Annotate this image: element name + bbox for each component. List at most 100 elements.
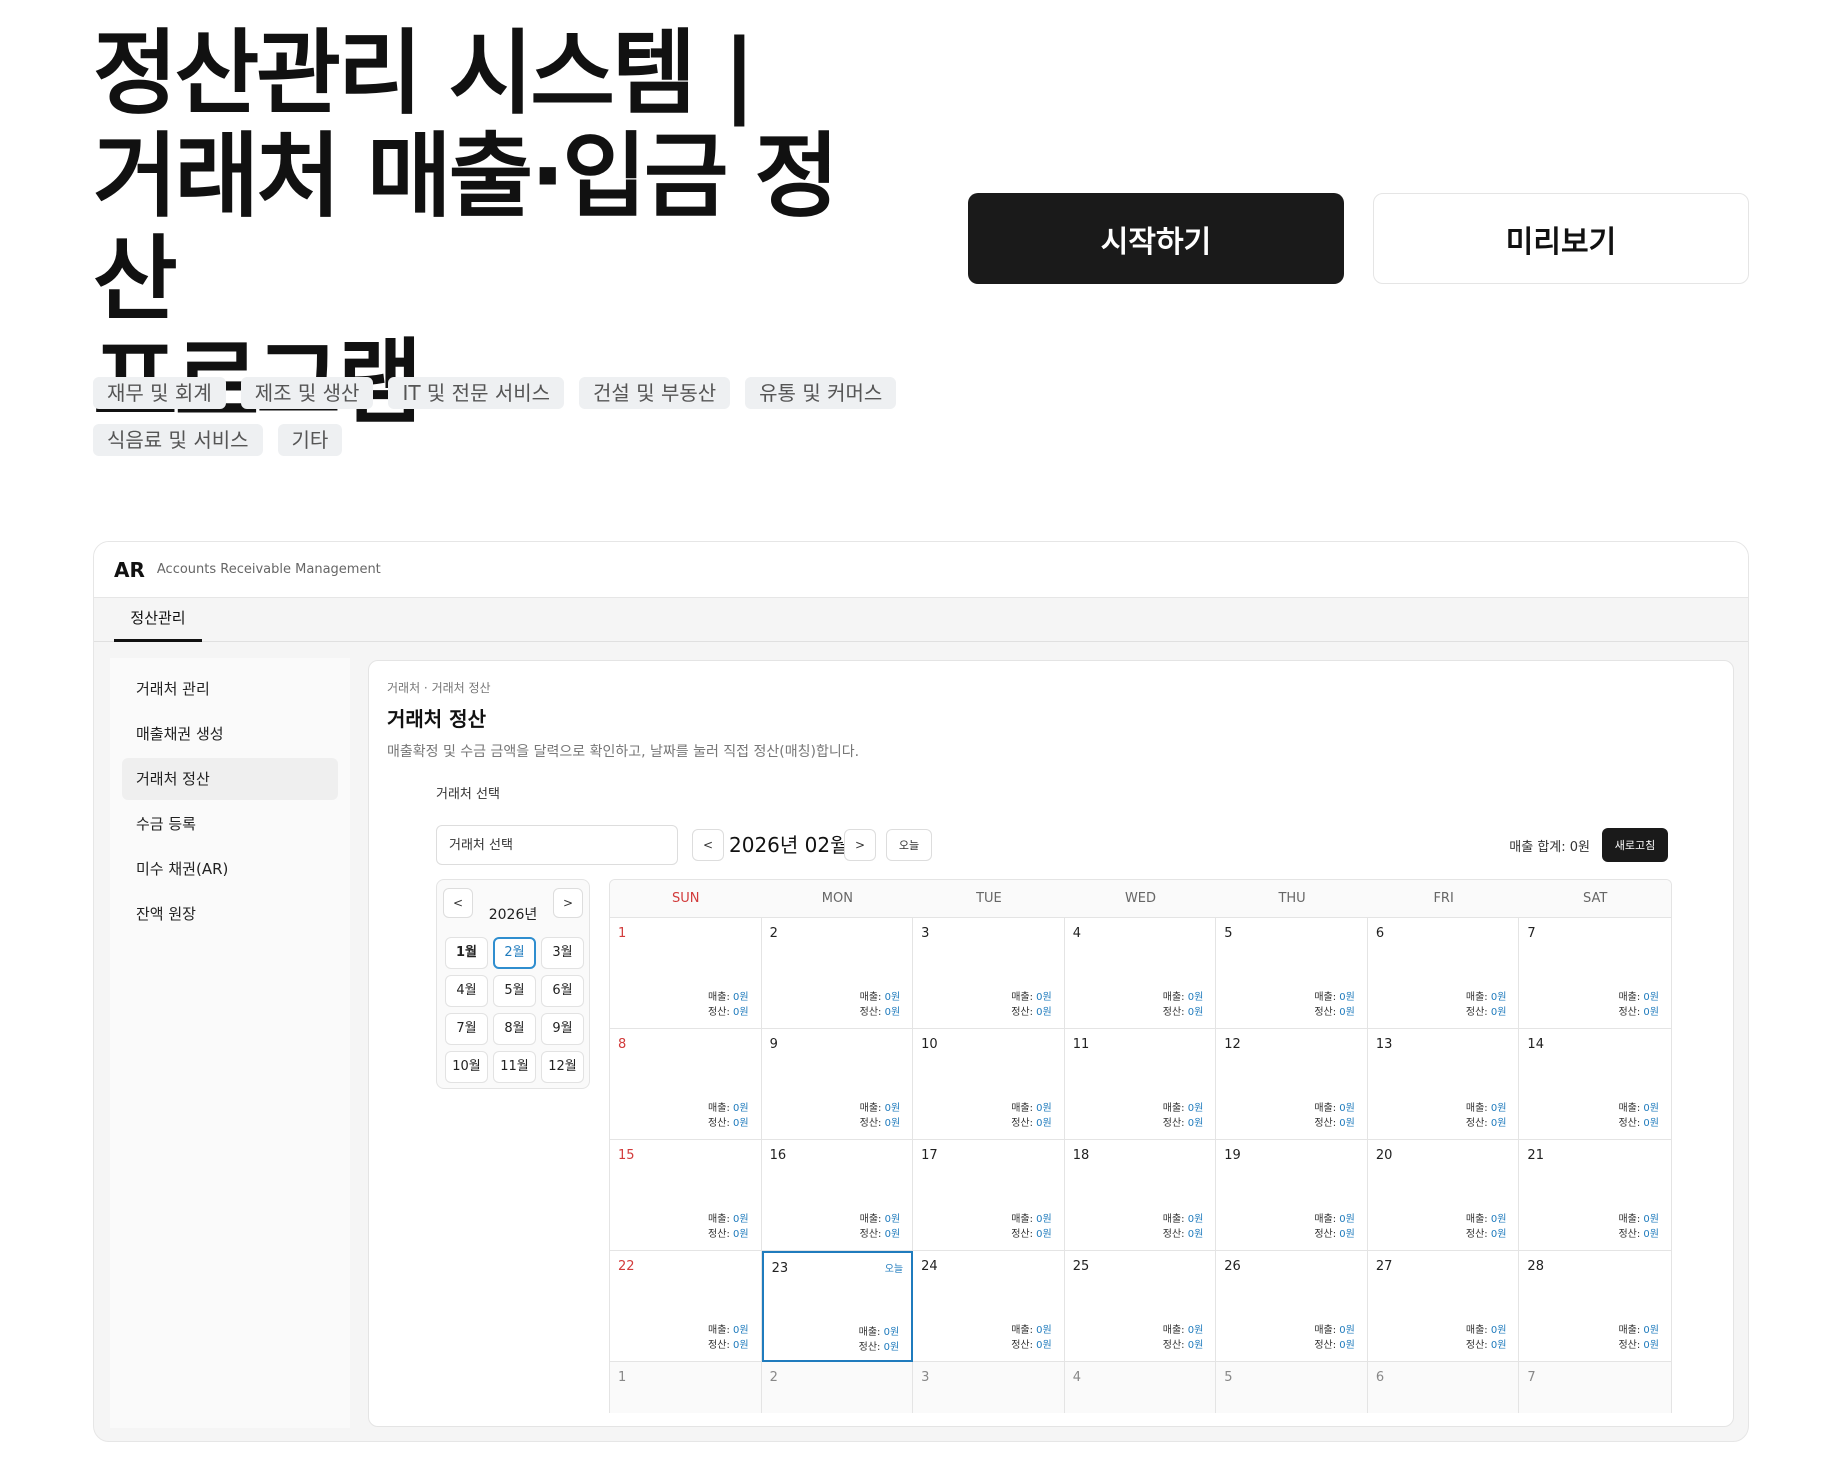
calendar-day[interactable]: 17 매출: 0원 정산: 0원 — [913, 1140, 1065, 1251]
app-preview-frame: AR Accounts Receivable Management 정산관리 거… — [93, 541, 1749, 1442]
calendar-day[interactable]: 9 매출: 0원 정산: 0원 — [761, 1029, 914, 1140]
calendar-day[interactable]: 7 매출: 0원 정산: 0원 — [1519, 918, 1671, 1029]
settlement-amount: 정산: 0원 — [1314, 1003, 1355, 1018]
month-button[interactable]: 12월 — [541, 1051, 584, 1083]
calendar-day-next-month[interactable]: 4 — [1064, 1362, 1217, 1413]
calendar-day-next-month[interactable]: 7 — [1519, 1362, 1671, 1413]
sales-amount-value: 0원 — [1187, 992, 1204, 1003]
month-button[interactable]: 11월 — [493, 1051, 536, 1083]
calendar-day[interactable]: 15 매출: 0원 정산: 0원 — [610, 1140, 762, 1251]
calendar-day[interactable]: 18 매출: 0원 정산: 0원 — [1064, 1140, 1217, 1251]
month-button[interactable]: 8월 — [493, 1013, 536, 1045]
next-month-button[interactable]: > — [844, 829, 876, 861]
calendar-day[interactable]: 11 매출: 0원 정산: 0원 — [1064, 1029, 1217, 1140]
today-button[interactable]: 오늘 — [886, 829, 932, 861]
sales-amount-value: 0원 — [1339, 1325, 1355, 1336]
settlement-amount-label: 정산: — [1162, 1118, 1188, 1129]
calendar-day[interactable]: 26 매출: 0원 정산: 0원 — [1216, 1251, 1368, 1362]
day-number: 26 — [1224, 1259, 1241, 1274]
calendar-day[interactable]: 19 매출: 0원 정산: 0원 — [1216, 1140, 1368, 1251]
month-button[interactable]: 7월 — [445, 1013, 488, 1045]
month-button[interactable]: 10월 — [445, 1051, 488, 1083]
sidebar-item-client-settlement[interactable]: 거래처 정산 — [122, 758, 338, 800]
settlement-amount-label: 정산: — [1011, 1229, 1037, 1240]
calendar-day[interactable]: 3 매출: 0원 정산: 0원 — [913, 918, 1065, 1029]
calendar-day[interactable]: 21 매출: 0원 정산: 0원 — [1519, 1140, 1671, 1251]
calendar-day[interactable]: 28 매출: 0원 정산: 0원 — [1519, 1251, 1671, 1362]
settlement-amount: 정산: 0원 — [1618, 1225, 1659, 1240]
calendar-day[interactable]: 22 매출: 0원 정산: 0원 — [610, 1251, 762, 1362]
day-number: 3 — [921, 926, 930, 941]
calendar-day[interactable]: 13 매출: 0원 정산: 0원 — [1367, 1029, 1520, 1140]
preview-button[interactable]: 미리보기 — [1373, 193, 1749, 284]
month-button[interactable]: 3월 — [541, 937, 584, 969]
day-number: 6 — [1375, 1370, 1385, 1385]
settlement-amount-value: 0원 — [1187, 1229, 1204, 1240]
calendar-day[interactable]: 1 매출: 0원 정산: 0원 — [610, 918, 762, 1029]
client-select-input[interactable] — [436, 825, 678, 865]
day-number: 9 — [769, 1037, 778, 1052]
prev-month-button[interactable]: < — [692, 829, 724, 861]
calendar-day[interactable]: 25 매출: 0원 정산: 0원 — [1064, 1251, 1217, 1362]
start-button[interactable]: 시작하기 — [968, 193, 1344, 284]
sales-amount: 매출: 0원 — [1314, 1321, 1355, 1336]
month-button[interactable]: 4월 — [445, 975, 488, 1007]
client-select-label: 거래처 선택 — [436, 787, 500, 802]
day-number: 5 — [1224, 926, 1233, 941]
calendar-day[interactable]: 2 매출: 0원 정산: 0원 — [761, 918, 914, 1029]
category-tag[interactable]: 유통 및 커머스 — [745, 377, 897, 409]
calendar-day[interactable]: 8 매출: 0원 정산: 0원 — [610, 1029, 762, 1140]
month-button[interactable]: 6월 — [541, 975, 584, 1007]
month-button[interactable]: 2월 — [493, 937, 536, 969]
sidebar-item-receivable-create[interactable]: 매출채권 생성 — [122, 713, 338, 755]
refresh-button[interactable]: 새로고침 — [1602, 828, 1668, 862]
sidebar-item-ar[interactable]: 미수 채권(AR) — [122, 848, 338, 890]
category-tag[interactable]: 제조 및 생산 — [240, 377, 374, 409]
calendar-day-next-month[interactable]: 6 — [1367, 1362, 1520, 1413]
calendar-day[interactable]: 27 매출: 0원 정산: 0원 — [1367, 1251, 1520, 1362]
settlement-amount-value: 0원 — [733, 1118, 749, 1129]
settlement-amount: 정산: 0원 — [1618, 1336, 1659, 1351]
category-tag[interactable]: IT 및 전문 서비스 — [388, 377, 565, 409]
day-number: 23 — [771, 1261, 789, 1276]
settlement-amount-value: 0원 — [1036, 1118, 1052, 1129]
sales-amount: 매출: 0원 — [860, 988, 901, 1003]
calendar-day[interactable]: 4 매출: 0원 정산: 0원 — [1064, 918, 1217, 1029]
calendar-day[interactable]: 14 매출: 0원 정산: 0원 — [1519, 1029, 1671, 1140]
calendar-day[interactable]: 16 매출: 0원 정산: 0원 — [761, 1140, 914, 1251]
calendar-day-next-month[interactable]: 3 — [913, 1362, 1065, 1413]
settlement-amount-label: 정산: — [1465, 1340, 1491, 1351]
sidebar-item-collection[interactable]: 수금 등록 — [122, 803, 338, 845]
calendar-day[interactable]: 10 매출: 0원 정산: 0원 — [913, 1029, 1065, 1140]
settlement-amount-value: 0원 — [884, 1007, 901, 1018]
sales-amount: 매출: 0원 — [1011, 1321, 1052, 1336]
calendar-day-next-month[interactable]: 2 — [761, 1362, 914, 1413]
category-tag[interactable]: 재무 및 회계 — [93, 377, 226, 409]
month-button[interactable]: 1월 — [445, 937, 488, 969]
sales-amount-label: 매출: — [1618, 1103, 1644, 1114]
next-year-button[interactable]: > — [553, 888, 583, 918]
weekday-header: SUN — [672, 891, 700, 906]
sidebar-item-ledger[interactable]: 잔액 원장 — [122, 893, 338, 935]
sales-amount-label: 매출: — [1162, 1103, 1188, 1114]
calendar-day[interactable]: 12 매출: 0원 정산: 0원 — [1216, 1029, 1368, 1140]
weekday-header: MON — [821, 891, 853, 906]
calendar-day[interactable]: 6 매출: 0원 정산: 0원 — [1367, 918, 1520, 1029]
sales-amount-label: 매출: — [1011, 1214, 1037, 1225]
category-tag[interactable]: 기타 — [277, 424, 343, 456]
calendar-day[interactable]: 20 매출: 0원 정산: 0원 — [1367, 1140, 1520, 1251]
month-button[interactable]: 9월 — [541, 1013, 584, 1045]
month-title: 2026년 02월 — [729, 833, 849, 857]
calendar-day-next-month[interactable]: 1 — [610, 1362, 762, 1413]
calendar-day-next-month[interactable]: 5 — [1216, 1362, 1368, 1413]
settlement-amount: 정산: 0원 — [1011, 1225, 1052, 1240]
tab-settlement[interactable]: 정산관리 — [114, 598, 202, 642]
day-number: 22 — [618, 1259, 635, 1274]
calendar-day-today[interactable]: 23 오늘 매출: 0원 정산: 0원 — [761, 1251, 914, 1362]
category-tag[interactable]: 건설 및 부동산 — [579, 377, 731, 409]
sidebar-item-clients[interactable]: 거래처 관리 — [122, 668, 338, 710]
month-button[interactable]: 5월 — [493, 975, 536, 1007]
category-tag[interactable]: 식음료 및 서비스 — [93, 424, 263, 456]
calendar-day[interactable]: 5 매출: 0원 정산: 0원 — [1216, 918, 1368, 1029]
calendar-day[interactable]: 24 매출: 0원 정산: 0원 — [913, 1251, 1065, 1362]
